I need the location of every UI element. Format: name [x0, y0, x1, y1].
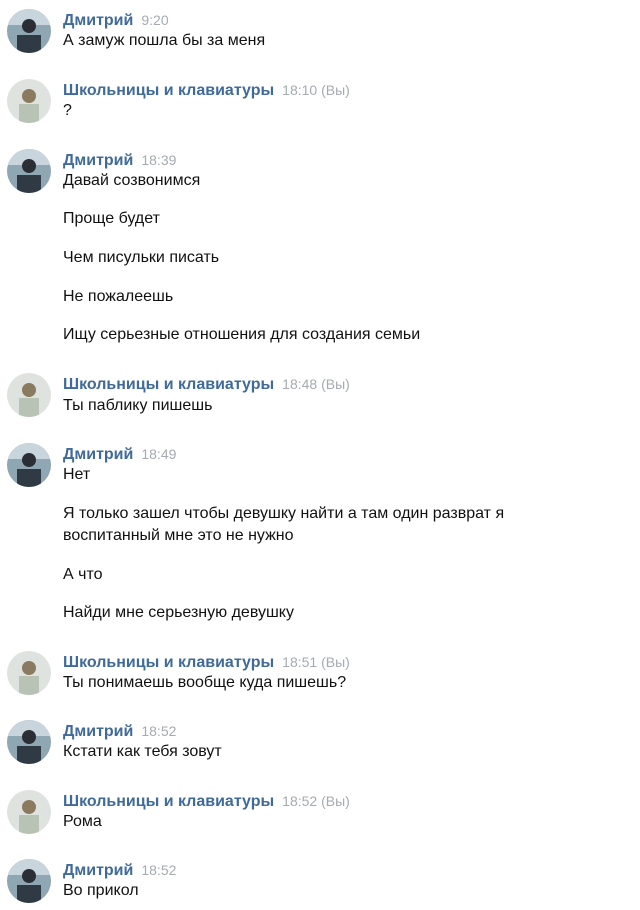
author-name[interactable]: Дмитрий 18:49 — [63, 445, 176, 464]
message-text: Ты понимаешь вообще куда пишешь? — [63, 674, 347, 691]
message-text: Ты паблику пишешь — [63, 397, 213, 414]
message-text: А замуж пошла бы за меня — [63, 32, 266, 49]
message-text: Найди мне серьезную девушку — [63, 604, 294, 621]
timestamp: 18:10 (Вы) — [282, 82, 350, 98]
timestamp: 18:52 (Вы) — [282, 793, 350, 809]
avatar[interactable] — [7, 443, 51, 487]
avatar[interactable] — [7, 373, 51, 417]
author-name[interactable]: Школьницы и клавиатуры 18:10 (Вы) — [63, 81, 350, 100]
author-name[interactable]: Дмитрий 9:20 — [63, 11, 169, 30]
timestamp: 18:39 — [141, 152, 177, 168]
timestamp: 9:20 — [141, 12, 169, 28]
author-name[interactable]: Дмитрий 18:52 — [63, 722, 176, 741]
message-text: Я только зашел чтобы девушку найти а там… — [63, 505, 505, 522]
message-text: Чем писульки писать — [63, 249, 220, 266]
author-name[interactable]: Школьницы и клавиатуры 18:52 (Вы) — [63, 792, 350, 811]
message-text: Кстати как тебя зовут — [63, 743, 222, 760]
message-text: Не пожалеешь — [63, 288, 174, 305]
author-name[interactable]: Дмитрий 18:39 — [63, 151, 176, 170]
avatar[interactable] — [7, 651, 51, 695]
message-text: Давай созвонимся — [63, 172, 201, 189]
avatar[interactable] — [7, 859, 51, 903]
author-name[interactable]: Школьницы и клавиатуры 18:51 (Вы) — [63, 653, 350, 672]
avatar[interactable] — [7, 149, 51, 193]
avatar[interactable] — [7, 79, 51, 123]
timestamp: 18:52 — [141, 723, 177, 739]
author-name[interactable]: Дмитрий 18:52 — [63, 861, 176, 880]
timestamp: 18:52 — [141, 862, 177, 878]
author-name[interactable]: Школьницы и клавиатуры 18:48 (Вы) — [63, 375, 350, 394]
message-text: Проще будет — [63, 210, 160, 227]
message-text: А что — [63, 566, 103, 583]
message-text: Во прикол — [63, 882, 139, 899]
avatar[interactable] — [7, 9, 51, 53]
message-text: ? — [63, 102, 72, 119]
message-text: Ищу серьезные отношения для создания сем… — [63, 326, 421, 343]
avatar[interactable] — [7, 720, 51, 764]
message-text: воспитанный мне это не нужно — [63, 527, 294, 544]
timestamp: 18:51 (Вы) — [282, 654, 350, 670]
avatar[interactable] — [7, 790, 51, 834]
timestamp: 18:49 — [141, 446, 177, 462]
message-text: Рома — [63, 813, 102, 830]
message-text: Нет — [63, 466, 91, 483]
timestamp: 18:48 (Вы) — [282, 376, 350, 392]
